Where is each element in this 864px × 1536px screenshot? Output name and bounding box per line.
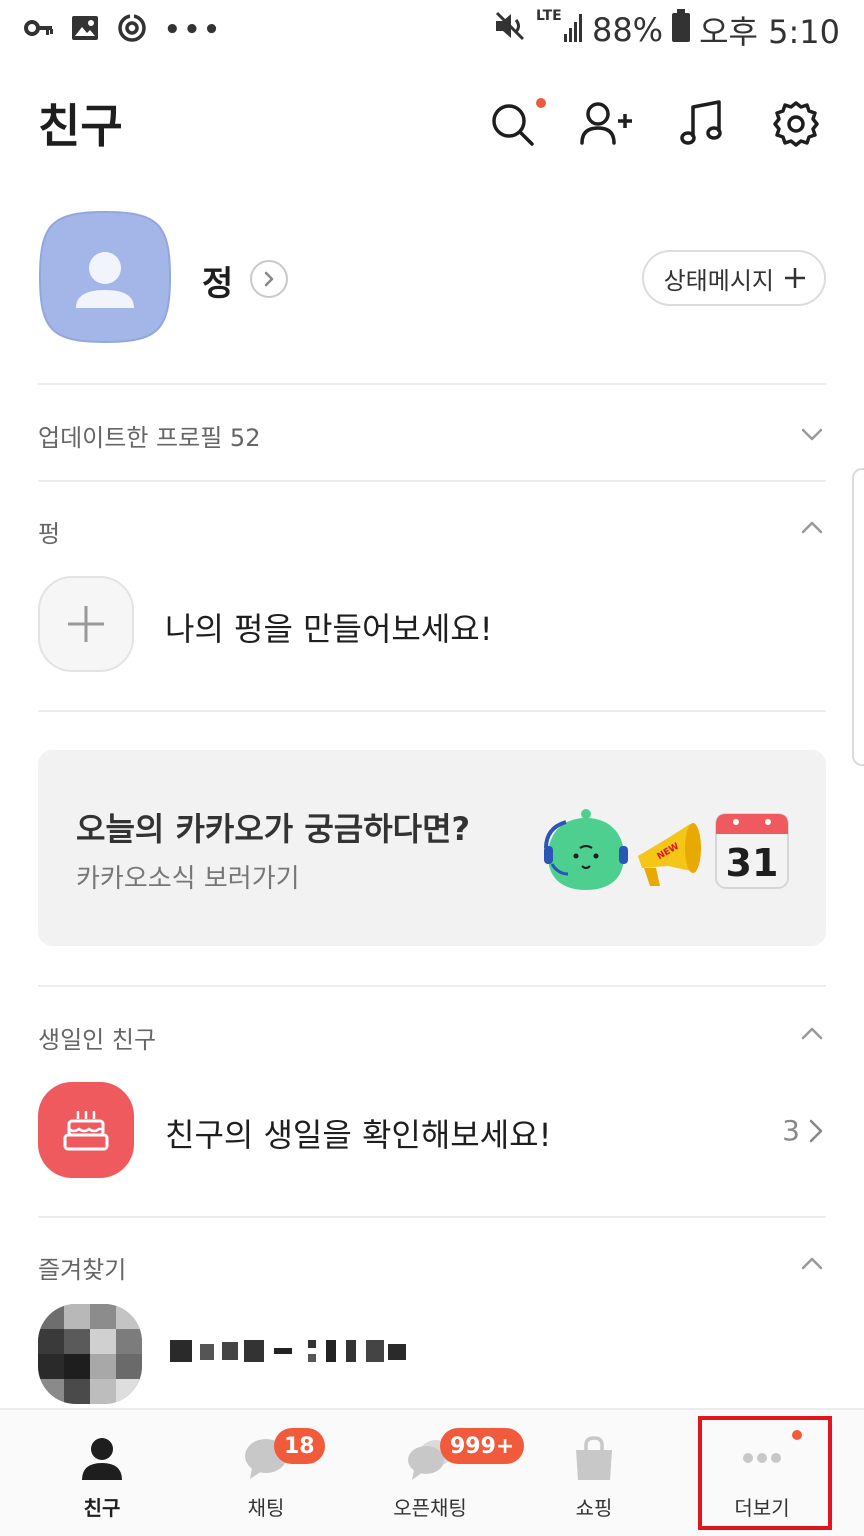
avatar[interactable] <box>38 210 172 344</box>
banner-subtitle: 카카오소식 보러가기 <box>76 864 300 894</box>
birthday-section-title: 생일인 친구 <box>38 1026 157 1054</box>
search-new-dot <box>536 98 546 108</box>
plus-icon <box>785 268 805 288</box>
sync-icon <box>116 12 148 48</box>
calendar-icon: 31 <box>715 813 789 889</box>
birthday-count[interactable]: 3 <box>782 1114 824 1147</box>
megaphone-icon: NEW <box>638 823 701 886</box>
chevron-right-icon <box>809 1119 823 1142</box>
default-profile-icon <box>38 210 172 344</box>
highlight-box <box>698 1416 832 1530</box>
cake-icon <box>63 1111 109 1151</box>
chevron-up-icon[interactable] <box>800 1252 824 1276</box>
tab-label: 쇼핑 <box>575 1496 613 1520</box>
search-icon <box>492 104 534 146</box>
chevron-right-icon <box>264 271 274 287</box>
divider <box>38 710 826 712</box>
add-friend-button[interactable] <box>578 96 634 152</box>
edge-panel-handle[interactable] <box>852 468 864 766</box>
page-title: 친구 <box>38 99 123 153</box>
character-icon <box>544 809 628 890</box>
app-header: 친구 <box>0 80 864 176</box>
chevron-up-icon[interactable] <box>800 516 824 540</box>
banner-illustration: NEW 31 <box>544 809 789 890</box>
tab-open-chat[interactable]: 999+ 오픈채팅 <box>348 1410 525 1536</box>
blurred-photo <box>38 1304 142 1404</box>
status-message-button[interactable]: 상태메시지 <box>641 250 826 306</box>
tab-shopping[interactable]: 쇼핑 <box>512 1410 676 1536</box>
create-pung-text[interactable]: 나의 펑을 만들어보세요! <box>165 604 493 650</box>
shopping-bag-icon <box>576 1436 612 1480</box>
divider <box>38 1216 826 1218</box>
divider <box>38 480 826 482</box>
music-button[interactable] <box>674 96 730 152</box>
profile-detail-button[interactable] <box>250 260 288 298</box>
divider <box>38 383 826 385</box>
tab-label: 친구 <box>83 1496 121 1520</box>
chevron-up-icon[interactable] <box>800 1022 824 1046</box>
updated-profiles-label: 업데이트한 프로필 <box>38 424 223 452</box>
tab-friends[interactable]: 친구 <box>20 1410 184 1536</box>
status-bar: ••• LTE 88% 오후 5:10 <box>0 0 864 60</box>
battery-percent: 88% <box>591 11 664 49</box>
gear-icon <box>773 101 819 147</box>
status-message-label: 상태메시지 <box>663 266 774 295</box>
divider <box>38 985 826 987</box>
mute-icon <box>494 10 528 50</box>
favorite-friend-avatar[interactable] <box>38 1304 142 1404</box>
key-icon <box>24 18 54 42</box>
plus-icon <box>68 606 104 642</box>
birthday-icon[interactable] <box>38 1082 134 1178</box>
status-bar-left: ••• <box>24 12 223 48</box>
updated-profiles-count: 52 <box>229 424 261 452</box>
person-icon <box>82 1438 122 1480</box>
create-pung-button[interactable] <box>38 576 134 672</box>
chat-badge: 18 <box>274 1428 325 1464</box>
add-friend-icon <box>580 102 632 145</box>
updated-profiles-row[interactable]: 업데이트한 프로필 52 <box>38 418 260 453</box>
kakao-news-banner[interactable]: 오늘의 카카오가 궁금하다면? 카카오소식 보러가기 NEW 31 <box>38 750 826 946</box>
status-bar-right: LTE 88% 오후 5:10 <box>494 8 840 52</box>
battery-icon <box>671 9 691 51</box>
banner-title: 오늘의 카카오가 궁금하다면? <box>76 810 471 848</box>
calendar-number: 31 <box>726 841 779 885</box>
settings-button[interactable] <box>768 96 824 152</box>
tab-label: 채팅 <box>247 1496 285 1520</box>
profile-name[interactable]: 정 <box>202 256 233 305</box>
more-notifications-icon: ••• <box>164 15 223 45</box>
birthday-cta-text[interactable]: 친구의 생일을 확인해보세요! <box>165 1110 551 1156</box>
favorite-friend-name-redacted[interactable] <box>170 1334 410 1368</box>
lte-signal-icon: LTE <box>536 6 584 54</box>
birthday-count-value: 3 <box>782 1114 800 1147</box>
tab-chats[interactable]: 18 채팅 <box>184 1410 348 1536</box>
image-icon <box>70 14 100 46</box>
pung-section-title: 펑 <box>38 520 61 548</box>
favorites-section-title: 즐겨찾기 <box>38 1256 127 1284</box>
music-icon <box>680 100 722 145</box>
search-button[interactable] <box>484 96 546 152</box>
tab-label: 오픈채팅 <box>393 1496 467 1520</box>
chevron-down-icon[interactable] <box>800 422 824 446</box>
network-type-text: LTE <box>536 8 562 24</box>
clock: 오후 5:10 <box>699 13 840 51</box>
my-profile[interactable]: 정 상태메시지 <box>38 208 826 348</box>
